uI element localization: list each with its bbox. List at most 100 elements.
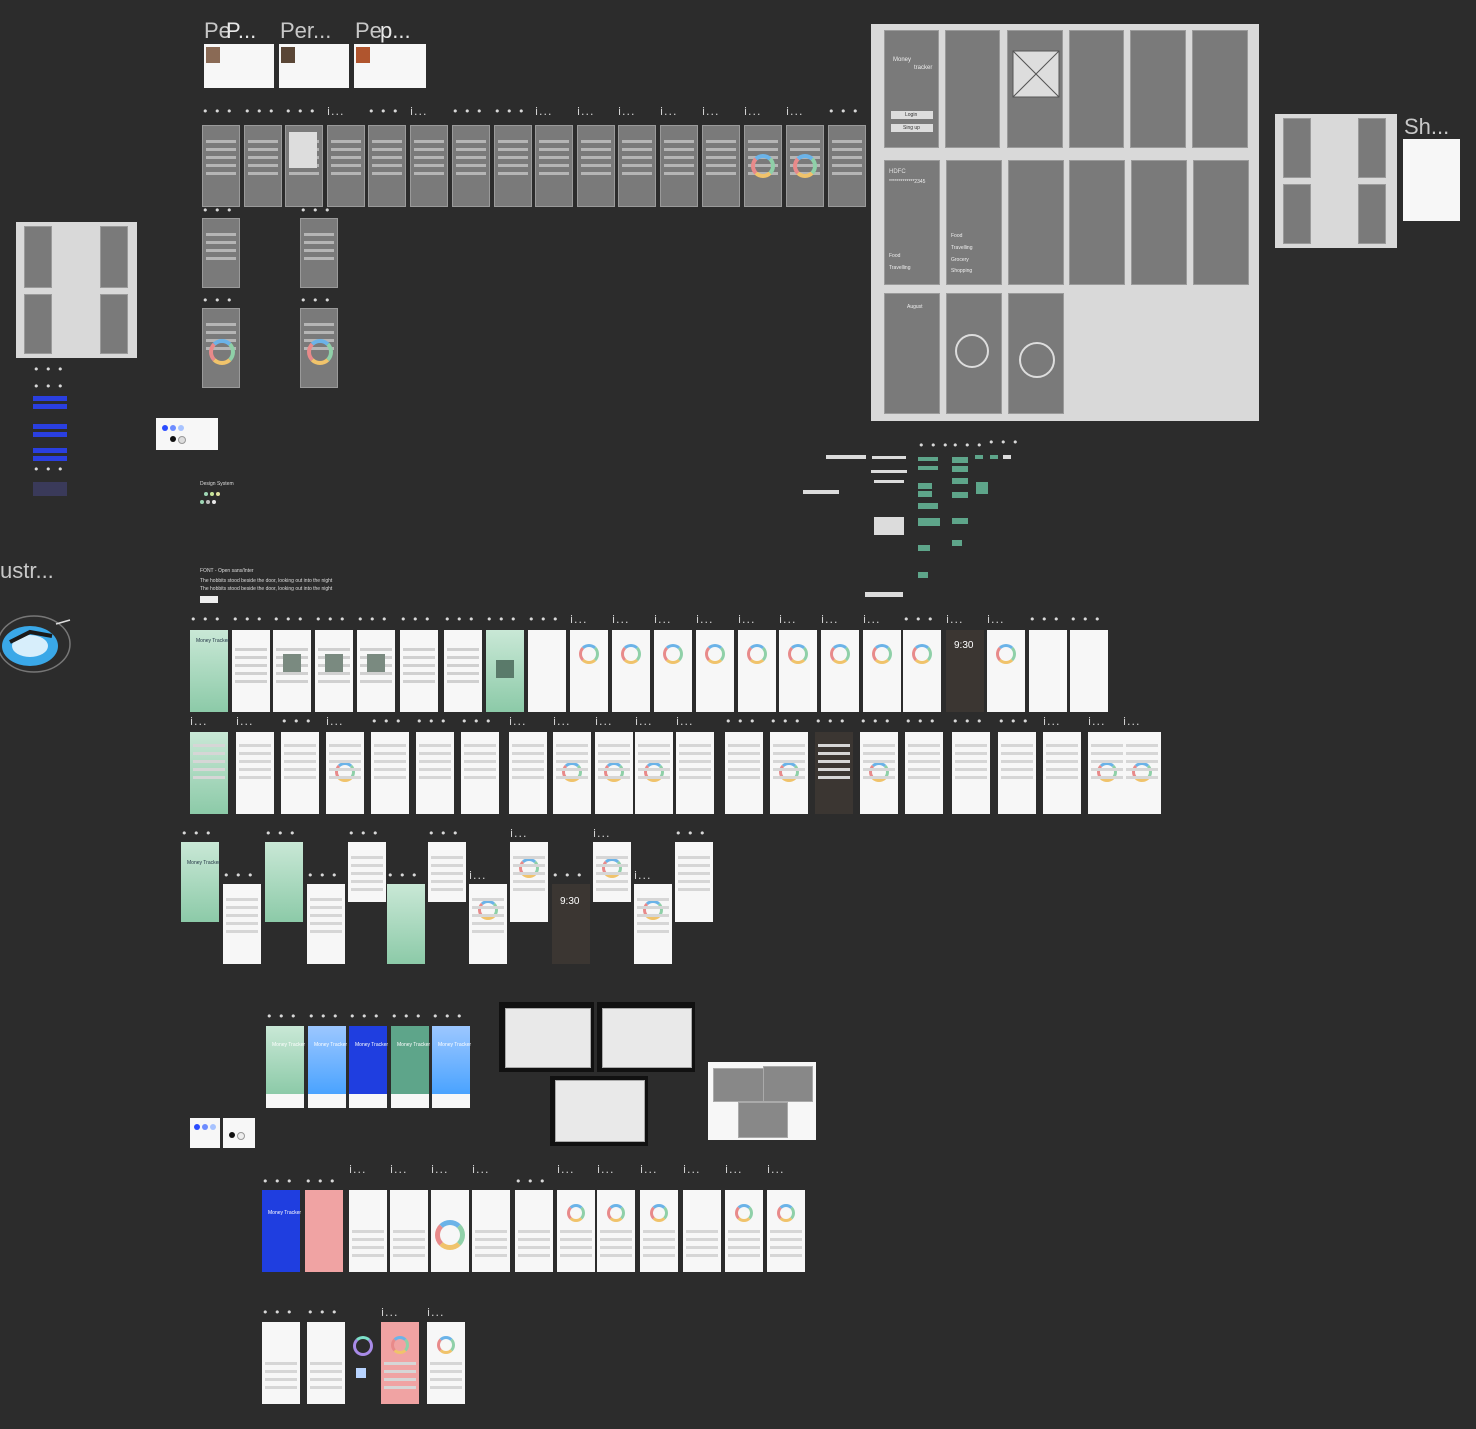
- frame-label[interactable]: i...: [767, 1164, 785, 1175]
- frame-label[interactable]: • • •: [828, 106, 859, 117]
- app-screen[interactable]: [675, 842, 713, 922]
- wireframe-screen[interactable]: [946, 293, 1002, 414]
- ui-component[interactable]: [918, 491, 932, 497]
- wireframe-screen[interactable]: [300, 308, 338, 388]
- frame-label[interactable]: • • •: [770, 716, 801, 727]
- color-swatch-card[interactable]: [223, 1118, 255, 1148]
- wireframe-screen[interactable]: [577, 125, 615, 207]
- frame-label[interactable]: i...: [557, 1164, 575, 1175]
- wireframe-screen[interactable]: [1007, 30, 1063, 148]
- app-screen[interactable]: [593, 842, 631, 902]
- ui-component[interactable]: [952, 492, 968, 498]
- paper-sketch[interactable]: [550, 1076, 648, 1146]
- frame-label[interactable]: i...: [683, 1164, 701, 1175]
- frame-label[interactable]: • • •: [285, 106, 316, 117]
- app-screen[interactable]: [509, 732, 547, 814]
- wireframe-screen[interactable]: [1358, 184, 1386, 244]
- ui-component[interactable]: [872, 456, 906, 459]
- frame-label[interactable]: • • •: [307, 1307, 338, 1318]
- app-screen[interactable]: 9:30: [552, 884, 590, 964]
- frame-label[interactable]: • • •: [371, 716, 402, 727]
- app-screen[interactable]: [779, 630, 817, 712]
- wireframe-screen[interactable]: [1283, 184, 1311, 244]
- frame-label[interactable]: • • •: [860, 716, 891, 727]
- app-screen[interactable]: [553, 732, 591, 814]
- ui-component[interactable]: [826, 455, 866, 459]
- frame-label[interactable]: i...: [190, 716, 208, 727]
- ui-component[interactable]: [865, 592, 903, 597]
- ui-component[interactable]: [952, 478, 968, 484]
- wireframe-screen[interactable]: [100, 294, 128, 354]
- frame-label[interactable]: • • •: [515, 1176, 546, 1187]
- wireframe-screen[interactable]: [202, 218, 240, 288]
- frame-label[interactable]: i...: [1043, 716, 1061, 727]
- wireframe-screen[interactable]: [300, 218, 338, 288]
- app-screen[interactable]: [640, 1190, 678, 1272]
- frame-label[interactable]: • • •: [315, 614, 346, 625]
- app-screen[interactable]: [725, 1190, 763, 1272]
- frame-label[interactable]: • • •: [486, 614, 517, 625]
- ui-component[interactable]: [871, 470, 907, 473]
- frame-label[interactable]: • • •: [349, 1011, 380, 1022]
- frame-label[interactable]: • • •: [190, 614, 221, 625]
- ui-component[interactable]: [1003, 455, 1011, 459]
- frame-label[interactable]: i...: [640, 1164, 658, 1175]
- paper-sketch[interactable]: [597, 1002, 695, 1072]
- frame-label[interactable]: • • •: [33, 381, 64, 392]
- app-screen[interactable]: [770, 732, 808, 814]
- wireframe-screen[interactable]: [535, 125, 573, 207]
- frame-label[interactable]: i...: [327, 106, 345, 117]
- frame-label[interactable]: i...: [535, 106, 553, 117]
- frame-label[interactable]: i...: [381, 1307, 399, 1318]
- frame-label[interactable]: • • •: [244, 106, 275, 117]
- app-screen[interactable]: [1029, 630, 1067, 712]
- frame-label[interactable]: • • •: [391, 1011, 422, 1022]
- app-screen[interactable]: [1123, 732, 1161, 814]
- app-screen[interactable]: [905, 732, 943, 814]
- frame-label[interactable]: i...: [390, 1164, 408, 1175]
- wireframe-screen[interactable]: [410, 125, 448, 207]
- frame-label[interactable]: i...: [431, 1164, 449, 1175]
- app-screen[interactable]: [390, 1190, 428, 1272]
- ui-component[interactable]: [918, 572, 928, 578]
- frame-label[interactable]: i...: [660, 106, 678, 117]
- wireframe-screen[interactable]: [24, 294, 52, 354]
- wireframe-splash[interactable]: Money tracker Login Sing up: [884, 30, 939, 148]
- app-screen[interactable]: [676, 732, 714, 814]
- frame-label[interactable]: • • •: [348, 828, 379, 839]
- app-screen[interactable]: [510, 842, 548, 922]
- frame-label[interactable]: • • •: [300, 295, 331, 306]
- frame-label[interactable]: i...: [744, 106, 762, 117]
- frame-label[interactable]: i...: [472, 1164, 490, 1175]
- app-screen[interactable]: [612, 630, 650, 712]
- app-screen[interactable]: [634, 884, 672, 964]
- wireframe-screen[interactable]: [828, 125, 866, 207]
- app-screen[interactable]: [1043, 732, 1081, 814]
- frame-label[interactable]: • • •: [223, 870, 254, 881]
- app-screen[interactable]: [461, 732, 499, 814]
- frame-label[interactable]: • • •: [552, 870, 583, 881]
- app-screen[interactable]: [431, 1190, 469, 1272]
- persona-label-2[interactable]: Per...: [280, 18, 331, 44]
- app-screen[interactable]: [696, 630, 734, 712]
- wireframe-screen[interactable]: Food Travelling Grocery Shopping: [946, 160, 1002, 285]
- frame-label[interactable]: i...: [427, 1307, 445, 1318]
- frame-label[interactable]: i...: [469, 870, 487, 881]
- wireframe-screen[interactable]: [1131, 160, 1187, 285]
- frame-label[interactable]: • • •: [266, 1011, 297, 1022]
- app-screen[interactable]: [307, 1322, 345, 1404]
- ui-component[interactable]: [803, 490, 839, 494]
- ui-component[interactable]: [874, 480, 904, 483]
- frame-label[interactable]: • • •: [952, 440, 983, 451]
- wireframe-screen[interactable]: [1192, 30, 1248, 148]
- frame-label[interactable]: i...: [702, 106, 720, 117]
- frame-label[interactable]: • • •: [305, 1176, 336, 1187]
- frame-label[interactable]: i...: [236, 716, 254, 727]
- frame-label[interactable]: i...: [509, 716, 527, 727]
- ui-component[interactable]: [952, 466, 968, 472]
- frame-label[interactable]: • • •: [308, 1011, 339, 1022]
- frame-label[interactable]: • • •: [918, 440, 949, 451]
- app-screen[interactable]: [815, 732, 853, 814]
- app-screen[interactable]: [903, 630, 941, 712]
- frame-label[interactable]: • • •: [281, 716, 312, 727]
